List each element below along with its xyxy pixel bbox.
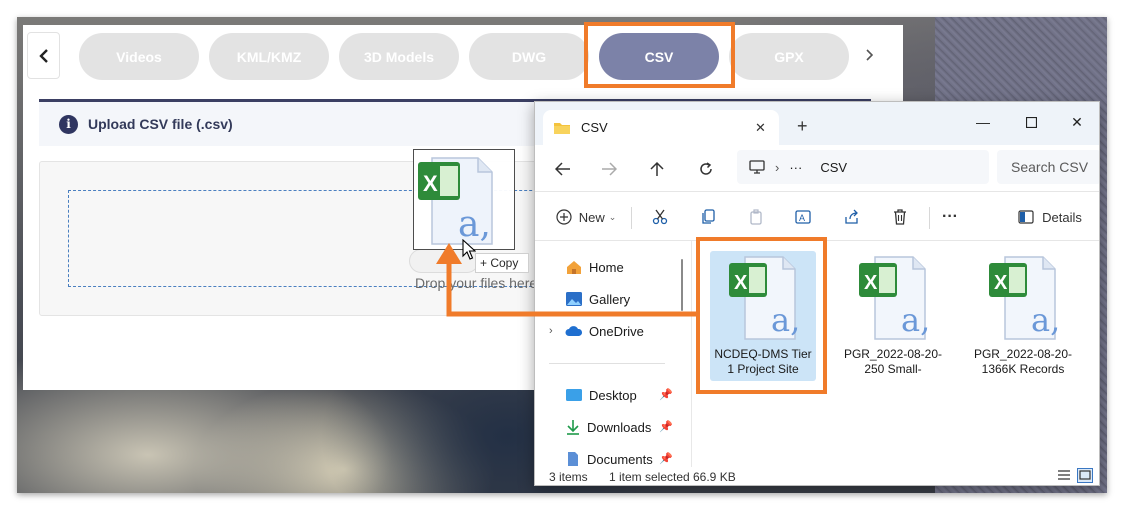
nav-item-onedrive[interactable]: › OneDrive <box>549 319 644 343</box>
home-icon <box>567 261 581 274</box>
csv-file-icon: X a, <box>989 256 1060 340</box>
csv-file-icon: X a, <box>859 256 930 340</box>
drop-zone-text: Drop your files here. <box>415 275 542 291</box>
folder-icon <box>554 122 570 134</box>
tiles-view-icon[interactable] <box>1077 468 1093 485</box>
details-button[interactable]: Details <box>1013 204 1087 230</box>
close-icon[interactable]: ✕ <box>755 120 779 136</box>
chevron-right-icon <box>866 49 873 61</box>
file-name-line: PGR_2022-08-20- <box>973 347 1073 361</box>
svg-text:a,: a, <box>1031 301 1060 339</box>
tabs-next-button[interactable] <box>859 45 879 65</box>
svg-text:X: X <box>994 272 1008 294</box>
tab-videos[interactable]: Videos <box>79 33 199 80</box>
navpane-divider <box>549 363 665 364</box>
info-icon: i <box>59 114 78 134</box>
copy-tooltip: + Copy <box>475 253 529 273</box>
tab-3d-models[interactable]: 3D Models <box>339 33 459 80</box>
chevron-right-icon: › <box>549 325 553 337</box>
plus-circle-icon <box>556 209 572 225</box>
window-close-icon[interactable]: ✕ <box>1057 108 1097 136</box>
maximize-icon[interactable] <box>1011 108 1051 136</box>
explorer-tab-csv[interactable]: CSV ✕ <box>543 110 779 145</box>
download-icon <box>567 420 579 435</box>
paste-icon[interactable] <box>743 204 769 230</box>
svg-text:X: X <box>864 272 878 294</box>
minimize-icon[interactable]: — <box>963 108 1003 136</box>
nav-item-desktop[interactable]: Desktop <box>565 383 637 407</box>
share-icon[interactable] <box>839 204 865 230</box>
desktop-icon <box>566 389 582 401</box>
details-pane-icon <box>1018 210 1034 224</box>
tab-dwg[interactable]: DWG <box>469 33 589 80</box>
refresh-icon[interactable] <box>692 155 720 183</box>
new-tab-icon[interactable]: + <box>797 116 808 137</box>
search-input[interactable]: Search CSV <box>997 150 1099 184</box>
new-button[interactable]: New ⌄ <box>553 204 619 230</box>
file-item[interactable]: X a, PGR_2022-08-20- 250 Small- <box>840 251 946 381</box>
new-button-label: New <box>578 209 605 225</box>
pin-icon[interactable]: 📌 <box>659 452 673 465</box>
forward-arrow-icon[interactable] <box>595 155 623 183</box>
rename-icon[interactable]: A <box>791 204 817 230</box>
navigation-pane: Home Gallery › OneDrive Desktop 📌 Downlo… <box>535 241 691 467</box>
svg-text:A: A <box>799 213 805 223</box>
nav-item-downloads[interactable]: Downloads <box>565 415 651 439</box>
copy-icon[interactable] <box>695 204 721 230</box>
mouse-cursor-icon <box>462 239 476 260</box>
documents-icon <box>568 452 578 466</box>
status-selected: 1 item selected <box>609 470 690 484</box>
status-bar: 3 items 1 item selected 66.9 KB <box>535 467 1099 485</box>
tab-gpx[interactable]: GPX <box>729 33 849 80</box>
file-name-line: PGR_2022-08-20- <box>843 347 943 361</box>
status-size: 66.9 KB <box>693 470 736 484</box>
highlight-csv-tab <box>584 22 735 88</box>
address-bar[interactable]: › ··· CSV <box>737 150 989 184</box>
explorer-toolbar: New ⌄ A ··· Details <box>535 191 1099 241</box>
toolbar-divider <box>631 207 632 229</box>
csv-file-icon: X a, <box>418 157 493 245</box>
gallery-icon <box>566 292 582 306</box>
explorer-tab-label: CSV <box>581 120 608 135</box>
cut-icon[interactable] <box>647 204 673 230</box>
file-item[interactable]: X a, PGR_2022-08-20- 1366K Records <box>970 251 1076 381</box>
svg-text:a,: a, <box>901 301 930 339</box>
upload-title: Upload CSV file (.csv) <box>88 116 233 132</box>
delete-icon[interactable] <box>887 204 913 230</box>
highlight-selected-file <box>696 237 827 394</box>
status-item-count: 3 items <box>549 470 588 484</box>
chevron-down-icon: ⌄ <box>608 211 617 222</box>
tab-kml-kmz[interactable]: KML/KMZ <box>209 33 329 80</box>
nav-item-gallery[interactable]: Gallery <box>565 287 630 311</box>
explorer-tabstrip: CSV ✕ + — ✕ <box>535 102 1099 145</box>
up-arrow-icon[interactable] <box>643 155 671 183</box>
more-options-icon[interactable]: ··· <box>937 204 963 230</box>
file-name-line: 250 Small- <box>864 362 922 376</box>
chevron-left-icon <box>38 48 48 63</box>
file-name-line: 1366K Records <box>981 362 1065 376</box>
navpane-scrollbar[interactable] <box>681 259 683 311</box>
address-more[interactable]: ··· <box>789 160 802 175</box>
tabs-back-button[interactable] <box>27 32 60 79</box>
screenshot-frame: Videos KML/KMZ 3D Models DWG CSV GPX i U… <box>17 17 1107 493</box>
pin-icon[interactable]: 📌 <box>659 420 673 433</box>
chevron-right-icon: › <box>775 159 780 175</box>
back-arrow-icon[interactable] <box>549 155 577 183</box>
svg-text:X: X <box>423 171 438 196</box>
details-label: Details <box>1042 209 1082 225</box>
list-view-icon[interactable] <box>1057 469 1071 484</box>
explorer-navbar: › ··· CSV Search CSV <box>535 145 1099 191</box>
nav-item-home[interactable]: Home <box>565 255 624 279</box>
pin-icon[interactable]: 📌 <box>659 388 673 401</box>
computer-icon <box>749 160 765 174</box>
address-folder[interactable]: CSV <box>820 160 847 175</box>
drag-preview: X a, <box>413 149 515 250</box>
toolbar-divider <box>929 207 930 229</box>
cloud-icon <box>565 326 583 336</box>
